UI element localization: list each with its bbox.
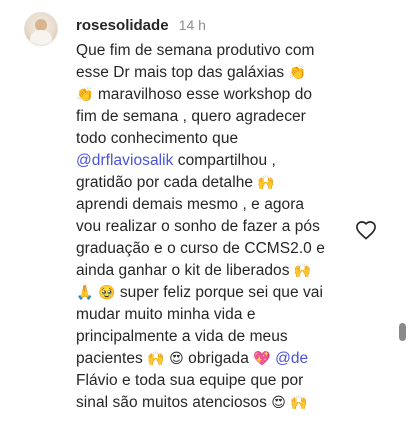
line-text: vou realizar o sonho de fazer a pós — [76, 218, 320, 235]
raising-hands-icon: 🙌 😍 — [147, 351, 184, 367]
clapping-hands-icon: 👏 — [76, 87, 94, 103]
smiling-face-icon: 😍 🙌 — [271, 395, 308, 411]
comment-line: fim de semana , quero agradecer — [76, 106, 376, 128]
comment-line: mudar muito minha vida e — [76, 304, 376, 326]
timestamp[interactable]: 14 h — [179, 17, 206, 33]
comment-line: Flávio e toda sua equipe que por — [76, 370, 376, 392]
line-text: mudar muito minha vida e — [76, 306, 256, 323]
comment: rosesolidade 14 h Que fim de semana prod… — [0, 0, 416, 427]
mention-link[interactable]: @de — [271, 350, 308, 367]
raising-hands-icon: 🙌 — [293, 263, 312, 279]
comment-line: vou realizar o sonho de fazer a pós — [76, 216, 376, 238]
line-text: principalmente a vida de meus — [76, 328, 288, 345]
line-text: compartilhou , — [173, 152, 276, 169]
line-text: Flávio e toda sua equipe que por — [76, 372, 304, 389]
raising-hands-icon: 🙌 — [257, 175, 275, 191]
mention-link[interactable]: @drflaviosalik — [76, 152, 173, 169]
line-text: gratidão por cada detalhe — [76, 174, 254, 191]
line-text: maravilhoso esse workshop do — [97, 86, 313, 103]
comment-line: graduação e o curso de CCMS2.0 e — [76, 238, 376, 260]
heart-outline-icon — [356, 221, 376, 240]
comment-line: @drflaviosalik compartilhou , — [76, 150, 376, 172]
comment-line: Que fim de semana produtivo com — [76, 40, 376, 62]
comment-line: 🙏 🥹 super feliz porque sei que vai — [76, 282, 376, 304]
comment-line: sinal são muitos atenciosos 😍 🙌 — [76, 392, 376, 414]
comment-line: todo conhecimento que — [76, 128, 376, 150]
line-text: obrigada — [183, 350, 254, 367]
comment-line: 👏 maravilhoso esse workshop do — [76, 84, 376, 106]
like-comment-button[interactable] — [355, 220, 377, 240]
comment-line: esse Dr mais top das galáxias 👏 — [76, 62, 376, 84]
line-text: esse Dr mais top das galáxias — [76, 64, 285, 81]
line-text: pacientes — [76, 350, 143, 367]
line-text: super feliz porque sei que vai — [115, 284, 323, 301]
praying-hands-icon: 🙏 🥹 — [76, 285, 116, 301]
comment-line: aprendi demais mesmo , e agora — [76, 194, 376, 216]
scrollbar-track[interactable] — [398, 0, 407, 427]
heart-icon: 💖 — [253, 351, 271, 367]
line-text: Que fim de semana produtivo com — [76, 42, 315, 59]
avatar[interactable] — [24, 12, 58, 46]
comment-line: gratidão por cada detalhe 🙌 — [76, 172, 376, 194]
line-text: ainda ganhar o kit de liberados — [76, 262, 290, 279]
comment-line: ainda ganhar o kit de liberados 🙌 — [76, 260, 376, 282]
avatar-body-shape — [30, 30, 52, 45]
line-text: graduação e o curso de CCMS2.0 e — [76, 240, 325, 257]
scrollbar-thumb[interactable] — [399, 323, 406, 341]
line-text: todo conhecimento que — [76, 130, 239, 147]
comment-text: Que fim de semana produtivo com esse Dr … — [76, 40, 376, 414]
line-text: sinal são muitos atenciosos — [76, 394, 267, 411]
line-text: aprendi demais mesmo , e agora — [76, 196, 305, 213]
comment-meta: rosesolidade 14 h — [76, 16, 206, 35]
comment-line: principalmente a vida de meus — [76, 326, 376, 348]
comment-line: pacientes 🙌 😍 obrigada 💖 @de — [76, 348, 376, 370]
username[interactable]: rosesolidade — [76, 17, 169, 34]
clapping-hands-icon: 👏 — [288, 65, 307, 81]
line-text: fim de semana , quero agradecer — [76, 108, 306, 125]
